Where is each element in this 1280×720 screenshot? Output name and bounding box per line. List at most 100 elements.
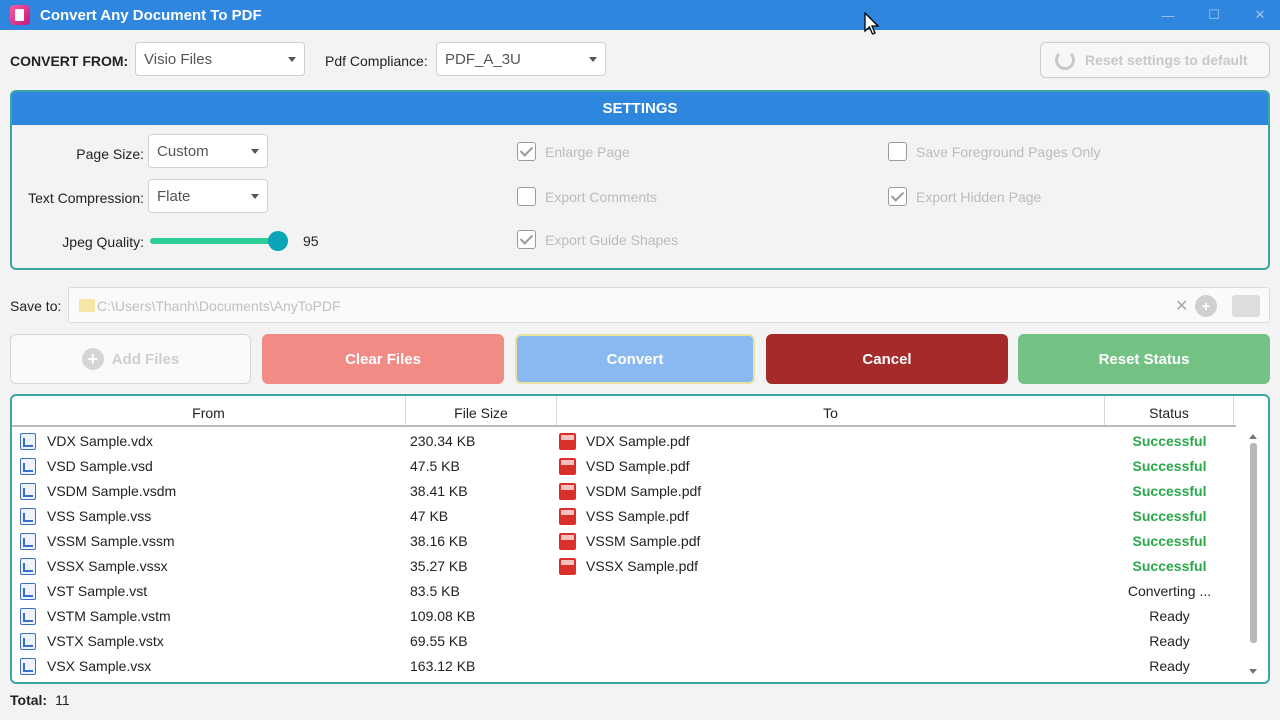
from-filename: VSTM Sample.vstm <box>47 608 171 624</box>
page-size-select[interactable]: Custom <box>148 134 268 168</box>
pdf-compliance-value: PDF_A_3U <box>445 51 521 68</box>
enlarge-page-checkbox[interactable]: Enlarge Page <box>517 142 630 161</box>
to-filename: VSSX Sample.pdf <box>586 558 699 574</box>
status-badge: Ready <box>1149 633 1190 649</box>
pdf-file-icon <box>559 483 576 500</box>
scrollbar-thumb[interactable] <box>1250 443 1257 643</box>
table-row[interactable]: VSSM Sample.vssm 38.16 KB VSSM Sample.pdf S… <box>12 529 1248 554</box>
visio-file-icon <box>20 508 36 525</box>
from-filename: VDX Sample.vdx <box>47 433 153 449</box>
checkbox-box[interactable] <box>517 187 536 206</box>
file-size: 35.27 KB <box>410 558 468 574</box>
from-filename: VSSM Sample.vssm <box>47 533 175 549</box>
file-size: 83.5 KB <box>410 583 460 599</box>
from-filename: VSX Sample.vsx <box>47 658 152 674</box>
total-value: 11 <box>55 692 70 708</box>
from-filename: VSSX Sample.vssx <box>47 558 168 574</box>
total-label: Total: <box>10 692 48 708</box>
column-header-from[interactable]: From <box>12 396 406 425</box>
visio-file-icon <box>20 583 36 600</box>
chevron-down-icon <box>251 194 259 199</box>
save-foreground-pages-checkbox[interactable]: Save Foreground Pages Only <box>888 142 1100 161</box>
pdf-file-icon <box>559 533 576 550</box>
app-icon <box>10 5 30 25</box>
export-comments-checkbox[interactable]: Export Comments <box>517 187 657 206</box>
reset-settings-label: Reset settings to default <box>1085 52 1248 68</box>
to-filename: VSD Sample.pdf <box>586 458 690 474</box>
checkbox-label: Export Comments <box>545 188 658 205</box>
file-size: 47.5 KB <box>410 458 460 474</box>
column-header-to[interactable]: To <box>557 396 1105 425</box>
table-row[interactable]: VSDM Sample.vsdm 38.41 KB VSDM Sample.pdf S… <box>12 479 1248 504</box>
visio-file-icon <box>20 658 36 675</box>
jpeg-quality-slider-track[interactable] <box>150 238 280 244</box>
status-badge: Successful <box>1132 483 1207 499</box>
file-size: 69.55 KB <box>410 633 468 649</box>
total-count: Total: 11 <box>10 692 70 708</box>
file-size: 230.34 KB <box>410 433 476 449</box>
table-scrollbar[interactable] <box>1248 434 1258 674</box>
visio-file-icon <box>20 533 36 550</box>
from-filename: VSS Sample.vss <box>47 508 152 524</box>
from-filename: VST Sample.vst <box>47 583 148 599</box>
export-guide-shapes-checkbox[interactable]: Export Guide Shapes <box>517 230 678 249</box>
file-size: 38.41 KB <box>410 483 468 499</box>
cancel-button[interactable]: Cancel <box>766 334 1008 384</box>
checkbox-label: Save Foreground Pages Only <box>916 143 1101 160</box>
pdf-file-icon <box>559 508 576 525</box>
export-hidden-page-checkbox[interactable]: Export Hidden Page <box>888 187 1041 206</box>
add-files-button[interactable]: + Add Files <box>10 334 251 384</box>
to-filename: VSS Sample.pdf <box>586 508 689 524</box>
table-row[interactable]: VDX Sample.vdx 230.34 KB VDX Sample.pdf Suc… <box>12 429 1248 454</box>
table-row[interactable]: VSD Sample.vsd 47.5 KB VSD Sample.pdf Succe… <box>12 454 1248 479</box>
reset-status-button[interactable]: Reset Status <box>1018 334 1270 384</box>
close-icon[interactable]: ✕ <box>1248 7 1272 23</box>
visio-file-icon <box>20 633 36 650</box>
save-to-label: Save to: <box>10 298 62 314</box>
visio-file-icon <box>20 433 36 450</box>
clear-files-button[interactable]: Clear Files <box>262 334 504 384</box>
table-row[interactable]: VSTM Sample.vstm 109.08 KB Ready <box>12 604 1248 629</box>
minimize-icon[interactable]: — <box>1156 8 1180 23</box>
pdf-file-icon <box>559 558 576 575</box>
table-row[interactable]: VSSX Sample.vssx 35.27 KB VSSX Sample.pdf S… <box>12 554 1248 579</box>
visio-file-icon <box>20 458 36 475</box>
status-badge: Converting ... <box>1127 583 1212 599</box>
table-row[interactable]: VSS Sample.vss 47 KB VSS Sample.pdf Success… <box>12 504 1248 529</box>
pdf-compliance-select[interactable]: PDF_A_3U <box>436 42 606 76</box>
window-controls: — ☐ ✕ <box>1156 0 1272 30</box>
convert-button[interactable]: Convert <box>515 334 755 384</box>
from-filename: VSDM Sample.vsdm <box>47 483 177 499</box>
browse-folder-icon[interactable] <box>1232 295 1260 317</box>
checkbox-box[interactable] <box>517 230 536 249</box>
text-compression-select[interactable]: Flate <box>148 179 268 213</box>
add-path-icon[interactable]: + <box>1195 295 1217 317</box>
status-badge: Successful <box>1132 533 1207 549</box>
checkbox-box[interactable] <box>888 142 907 161</box>
convert-from-select[interactable]: Visio Files <box>135 42 305 76</box>
add-files-label: Add Files <box>111 350 180 368</box>
table-header: From File Size To Status <box>12 396 1236 427</box>
column-header-status[interactable]: Status <box>1105 396 1234 425</box>
text-compression-value: Flate <box>157 188 191 205</box>
status-badge: Successful <box>1132 458 1207 474</box>
status-badge: Successful <box>1132 558 1207 574</box>
scroll-up-icon[interactable] <box>1249 434 1257 439</box>
table-row[interactable]: VST Sample.vst 83.5 KB Converting ... <box>12 579 1248 604</box>
scroll-down-icon[interactable] <box>1249 669 1257 674</box>
chevron-down-icon <box>288 57 296 62</box>
visio-file-icon <box>20 558 36 575</box>
file-size: 163.12 KB <box>410 658 476 674</box>
maximize-icon[interactable]: ☐ <box>1202 7 1226 23</box>
table-row[interactable]: VSTX Sample.vstx 69.55 KB Ready <box>12 629 1248 654</box>
file-size: 109.08 KB <box>410 608 476 624</box>
clear-path-icon[interactable]: ✕ <box>1175 296 1188 316</box>
column-header-file-size[interactable]: File Size <box>406 396 557 425</box>
reset-settings-button[interactable]: Reset settings to default <box>1040 42 1270 78</box>
checkbox-box[interactable] <box>888 187 907 206</box>
table-row[interactable]: VSX Sample.vsx 163.12 KB Ready <box>12 654 1248 679</box>
checkbox-box[interactable] <box>517 142 536 161</box>
save-path-field[interactable]: C:\Users\Thanh\Documents\AnyToPDF ✕ + <box>68 287 1270 323</box>
from-filename: VSTX Sample.vstx <box>47 633 164 649</box>
jpeg-quality-slider-handle[interactable] <box>268 231 288 251</box>
